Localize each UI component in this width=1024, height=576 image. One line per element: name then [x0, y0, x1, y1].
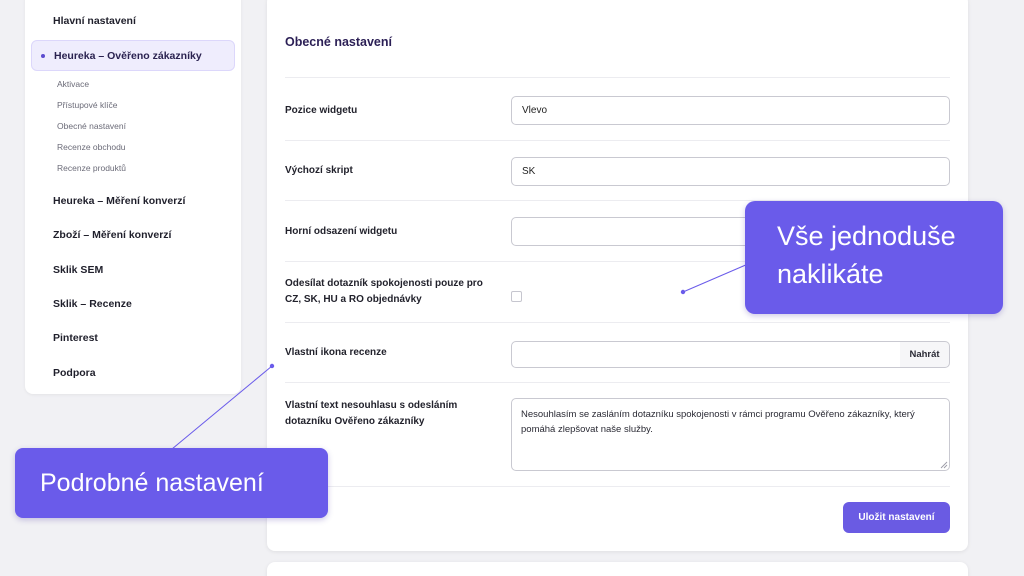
- active-dot-icon: [41, 54, 45, 58]
- sidebar-item-pinterest[interactable]: Pinterest: [53, 332, 98, 344]
- sidebar-subitem-obecne-nastaveni[interactable]: Obecné nastavení: [57, 121, 126, 131]
- sidebar-item-label: Heureka – Ověřeno zákazníky: [54, 50, 202, 62]
- callout-detailed-settings: Podrobné nastavení: [15, 448, 328, 518]
- sidebar-item-podpora[interactable]: Podpora: [53, 367, 96, 379]
- sidebar-item-heureka-overeno[interactable]: Heureka – Ověřeno zákazníky: [31, 40, 235, 71]
- callout-line: Vše jednoduše: [777, 221, 956, 251]
- custom-icon-input[interactable]: [511, 341, 901, 368]
- sidebar-item-heureka-mereni[interactable]: Heureka – Měření konverzí: [53, 195, 185, 207]
- send-questionnaire-label: Odesílat dotazník spokojenosti pouze pro…: [285, 278, 483, 305]
- page-title: Obecné nastavení: [285, 35, 392, 49]
- sidebar-subitem-pristupove-klice[interactable]: Přístupové klíče: [57, 100, 117, 110]
- upload-button[interactable]: Nahrát: [900, 341, 950, 368]
- sidebar-item-sklik-recenze[interactable]: Sklik – Recenze: [53, 298, 132, 310]
- sidebar-subitem-recenze-produktu[interactable]: Recenze produktů: [57, 163, 126, 173]
- next-card: [267, 562, 968, 576]
- callout-easy-setup: Vše jednoduše naklikáte: [745, 201, 1003, 314]
- widget-top-offset-label: Horní odsazení widgetu: [285, 226, 398, 237]
- callout-line: naklikáte: [777, 259, 884, 289]
- sidebar-item-hlavni-nastaveni[interactable]: Hlavní nastavení: [53, 15, 136, 27]
- custom-icon-label: Vlastní ikona recenze: [285, 347, 387, 358]
- divider: [285, 486, 950, 487]
- divider: [285, 77, 950, 78]
- disagree-text-textarea[interactable]: Nesouhlasím se zasláním dotazníku spokoj…: [511, 398, 950, 471]
- widget-position-label: Pozice widgetu: [285, 105, 358, 116]
- default-script-input[interactable]: [511, 157, 950, 186]
- divider: [285, 382, 950, 383]
- default-script-label: Výchozí skript: [285, 165, 353, 176]
- sidebar-subitem-recenze-obchodu[interactable]: Recenze obchodu: [57, 142, 126, 152]
- widget-position-input[interactable]: [511, 96, 950, 125]
- sidebar-item-zbozi-mereni[interactable]: Zboží – Měření konverzí: [53, 229, 171, 241]
- sidebar: Hlavní nastavení Heureka – Ověřeno zákaz…: [25, 0, 241, 394]
- disagree-text-label: Vlastní text nesouhlasu s odesláním dota…: [285, 400, 458, 427]
- sidebar-item-sklik-sem[interactable]: Sklik SEM: [53, 264, 103, 276]
- save-settings-button[interactable]: Uložit nastavení: [843, 502, 950, 533]
- send-questionnaire-checkbox[interactable]: [511, 291, 522, 302]
- divider: [285, 140, 950, 141]
- divider: [285, 322, 950, 323]
- sidebar-subitem-aktivace[interactable]: Aktivace: [57, 79, 89, 89]
